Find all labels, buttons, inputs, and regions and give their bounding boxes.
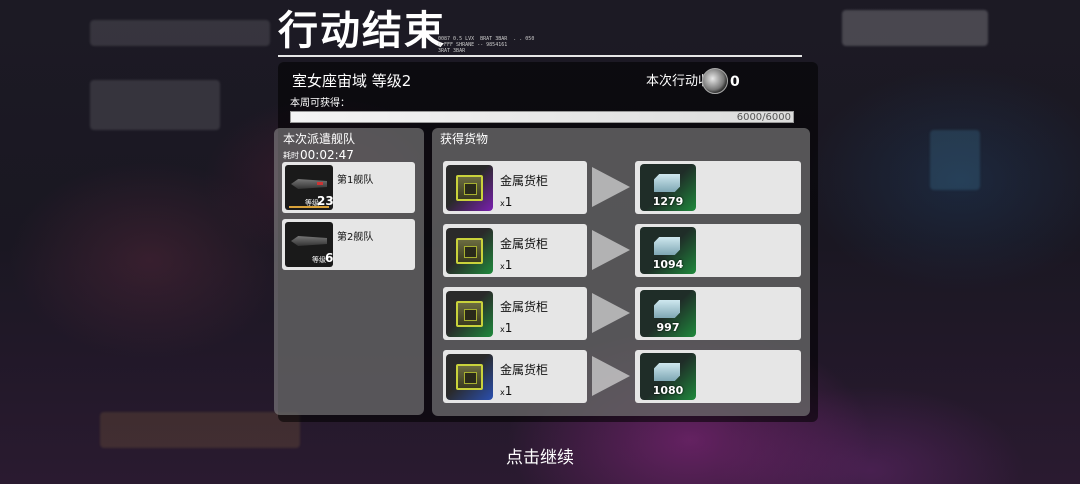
weekly-progress-bar: 6000/6000 [290,111,794,123]
resource-card[interactable]: 1080 [635,350,801,403]
fleet-card[interactable]: 等级 6 第2舰队 [282,219,415,270]
background-text-blur [90,80,220,130]
resource-value: 997 [656,321,680,334]
weekly-progress-fill [291,112,793,122]
container-icon [456,364,483,390]
cargo-item-name: 金属货柜 [500,237,549,251]
weekly-label: 本周可获得： [290,98,350,109]
fleet-card[interactable]: 等级 23 第1舰队 [282,162,415,213]
metal-ingot-icon [654,300,680,318]
ship-icon [291,236,327,246]
page-title: 行动结束 [278,8,446,54]
cargo-item-name: 金属货柜 [500,363,549,377]
cargo-icon-frame [446,228,493,274]
level-bar [289,206,329,208]
ship-image: 等级 23 [285,165,333,210]
cargo-icon-frame [446,354,493,400]
resource-card[interactable]: 1279 [635,161,801,214]
container-icon [456,301,483,327]
cargo-item-name: 金属货柜 [500,174,549,188]
continue-button[interactable]: 点击继续 [0,446,1080,470]
ship-image: 等级 6 [285,222,333,267]
fleet-title: 本次派遣舰队 [283,132,356,146]
ship-icon [291,179,327,189]
background-bottom-blur [100,412,300,448]
resource-card[interactable]: 1094 [635,224,801,277]
fleet-name: 第1舰队 [337,175,374,186]
cargo-item-card[interactable]: 金属货柜 x1 [443,350,587,403]
resource-icon-frame: 997 [640,290,696,337]
resource-icon-frame: 1279 [640,164,696,211]
cargo-item-card[interactable]: 金属货柜 x1 [443,287,587,340]
arrow-right-icon [592,350,632,402]
resource-icon-frame: 1094 [640,227,696,274]
background-portrait-blur [930,130,980,190]
cargo-title: 获得货物 [440,132,489,146]
resource-value: 1080 [652,384,684,397]
fleet-name: 第2舰队 [337,232,374,243]
sector-label: 室女座宙域 等级2 [292,72,412,90]
cargo-item-name: 金属货柜 [500,300,549,314]
weekly-progress-text: 6000/6000 [736,112,791,123]
resource-icon-frame: 1080 [640,353,696,400]
background-search-blur [842,10,988,46]
cargo-item-card[interactable]: 金属货柜 x1 [443,161,587,214]
title-divider [278,55,802,57]
title-meta-text: 0087 0.5 LVX BRAT 3BAR . . 050 0 FFF SHR… [438,36,535,54]
cargo-item-qty: x1 [500,321,513,335]
resource-value: 1094 [652,258,684,271]
cargo-item-qty: x1 [500,384,513,398]
container-icon [456,175,483,201]
cargo-item-qty: x1 [500,195,513,209]
metal-ingot-icon [654,174,680,192]
metal-ingot-icon [654,363,680,381]
resource-value: 1279 [652,195,684,208]
resource-card[interactable]: 997 [635,287,801,340]
fleet-time-value: 00:02:47 [300,148,354,162]
level-label: 等级 [312,256,326,264]
container-icon [456,238,483,264]
cargo-icon-frame [446,291,493,337]
cargo-icon-frame [446,165,493,211]
cargo-item-card[interactable]: 金属货柜 x1 [443,224,587,277]
fleet-time-label: 耗时 [283,151,299,160]
metal-ingot-icon [654,237,680,255]
harvest-value: 0 [730,74,740,90]
background-menu-blur [90,20,270,46]
level-value: 6 [325,251,333,265]
title-area: 行动结束 0087 0.5 LVX BRAT 3BAR . . 050 0 FF… [278,6,802,56]
arrow-right-icon [592,224,632,276]
cargo-item-qty: x1 [500,258,513,272]
coin-icon [702,68,728,94]
arrow-right-icon [592,161,632,213]
arrow-right-icon [592,287,632,339]
